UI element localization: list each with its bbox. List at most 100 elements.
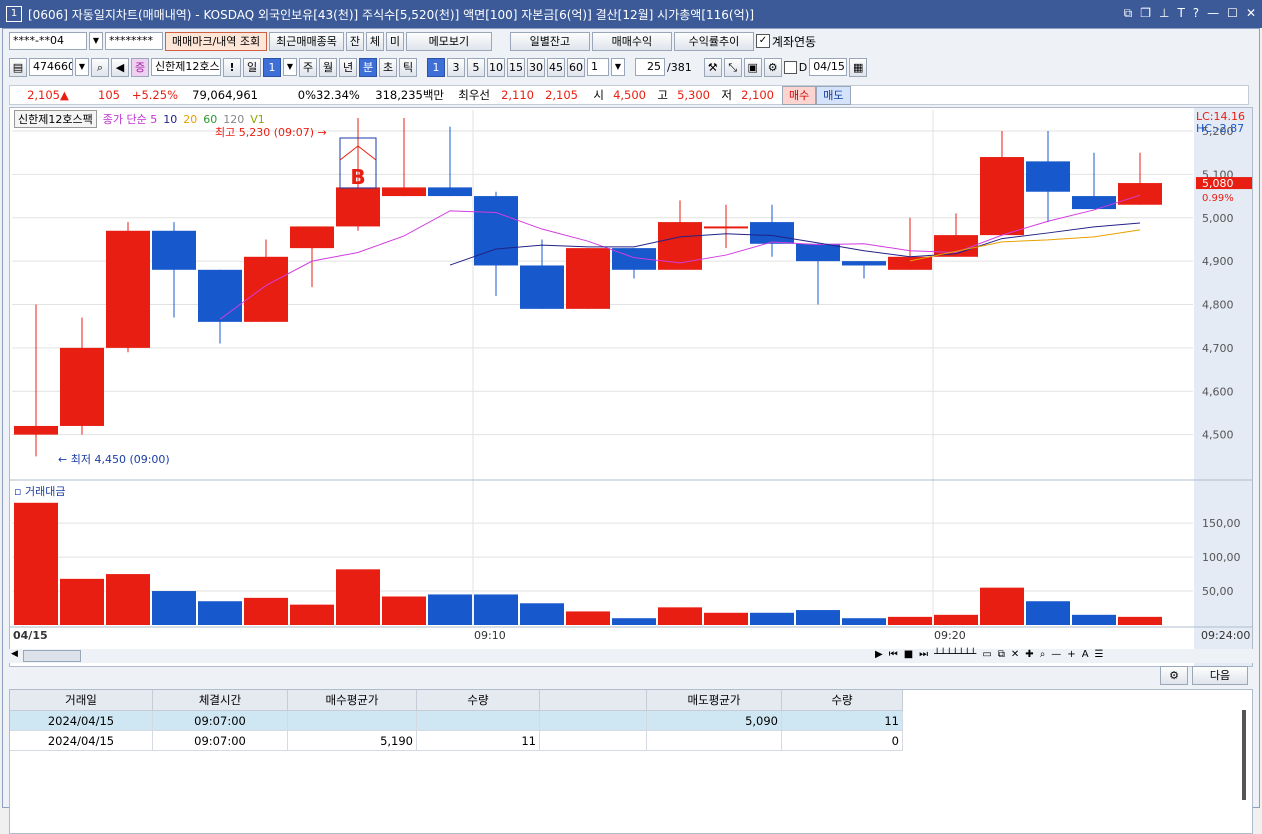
minute-1[interactable]: 1	[427, 57, 445, 77]
period-week[interactable]: 주	[299, 57, 317, 77]
plus-icon[interactable]: +	[1067, 649, 1075, 660]
trade-panel: ⚙ 다음 거래일 체결시간 매수평균가 수량 매도평균가 수량 2024/04/…	[9, 666, 1253, 834]
table-row[interactable]: 2024/04/15 09:07:00 5,090 11	[10, 710, 903, 731]
stop-icon[interactable]: ■	[904, 649, 913, 660]
candle-body	[980, 157, 1024, 236]
minus-icon[interactable]: —	[1051, 649, 1061, 660]
scroll-left-icon[interactable]: ◀	[11, 649, 18, 659]
volume-title: ▫ 거래대금	[14, 485, 66, 498]
minute-3[interactable]: 3	[447, 57, 465, 77]
volume-bar	[106, 574, 150, 625]
minute-45[interactable]: 45	[547, 57, 565, 77]
layout-icon[interactable]: ▭	[982, 649, 991, 660]
calendar-icon[interactable]: ▦	[849, 57, 868, 77]
trade-amount: 318,235백만	[375, 88, 444, 102]
badge-icon: 증	[131, 57, 149, 77]
candle-body	[888, 256, 932, 270]
cell-blank	[539, 710, 647, 731]
cross-icon[interactable]: ✚	[1025, 649, 1033, 660]
memo-button[interactable]: 메모보기	[405, 31, 492, 51]
slider-icon[interactable]: ┴┴┴┴┴┴┴	[934, 649, 976, 660]
y-tick-label: 5,000	[1202, 212, 1234, 225]
gear-icon[interactable]: ⚙	[763, 57, 782, 77]
link-checkbox[interactable]: ✓	[755, 34, 770, 48]
multiplier-select[interactable]: 1	[587, 58, 609, 76]
minute-15[interactable]: 15	[507, 57, 525, 77]
y-tick-label: 4,500	[1202, 429, 1234, 442]
next-button[interactable]: 다음	[1192, 666, 1248, 685]
candle-body	[106, 230, 150, 348]
maximize-icon[interactable]: ☐	[1227, 6, 1238, 21]
stock-list-icon[interactable]: ▤	[9, 57, 27, 77]
stock-code-input[interactable]: 474660	[29, 58, 73, 76]
count-input[interactable]: 25	[635, 58, 665, 76]
chart-scrollbar[interactable]: ◀ ▶ ⏮ ■ ⏭ ┴┴┴┴┴┴┴ ▭ ⧉ ✕ ✚ ⌕ — + A ☰	[9, 649, 1253, 663]
scroll-thumb[interactable]	[23, 650, 81, 662]
settings-icon[interactable]: ⚙	[1160, 666, 1188, 685]
d-checkbox[interactable]	[783, 60, 797, 74]
pin-icon[interactable]: ⊥	[1159, 6, 1169, 21]
date-input[interactable]: 04/15	[809, 58, 848, 76]
candle-body	[1118, 183, 1162, 205]
chevron-down-icon[interactable]: ▼	[611, 58, 625, 76]
password-field[interactable]: ********	[105, 32, 163, 50]
filled-button[interactable]: 체	[365, 31, 384, 51]
play-icon[interactable]: ▶	[875, 649, 883, 660]
period-day-count[interactable]: 1	[263, 57, 281, 77]
minimize-icon[interactable]: —	[1207, 6, 1219, 21]
period-tick[interactable]: 틱	[399, 57, 417, 77]
chart-area[interactable]: 5,200 5,100 5,000 4,900 4,800 4,700 4,600 4,500…	[9, 107, 1253, 667]
candle-chart[interactable]: 5,2005,1005,0004,9004,8004,7004,6004,500…	[10, 108, 1252, 666]
menu-icon[interactable]: ☰	[1095, 649, 1104, 660]
low-label: 저	[721, 88, 732, 102]
magnify-icon[interactable]: ⌕	[1040, 649, 1046, 660]
period-day[interactable]: 일	[243, 57, 261, 77]
sell-button[interactable]: 매도	[816, 85, 851, 105]
period-month[interactable]: 월	[319, 57, 337, 77]
save-icon[interactable]: ▣	[743, 57, 762, 77]
minute-30[interactable]: 30	[527, 57, 545, 77]
help-icon[interactable]: ?	[1193, 6, 1199, 21]
minute-10[interactable]: 10	[487, 57, 505, 77]
recent-trades-button[interactable]: 최근매매종목	[269, 31, 344, 51]
open-label: 시	[593, 88, 604, 102]
draw-icon[interactable]: ✕	[1011, 649, 1019, 660]
mark-query-button[interactable]: 매매마크/내역 조회	[165, 31, 268, 51]
link-icon[interactable]: ⧉	[1124, 6, 1133, 21]
candle-body	[428, 187, 472, 197]
trade-profit-button[interactable]: 매매수익	[591, 31, 672, 51]
chevron-down-icon[interactable]: ▼	[283, 58, 297, 76]
profit-rate-button[interactable]: 수익률추이	[673, 31, 754, 51]
account-select[interactable]: ****-**04	[9, 32, 87, 50]
tool-icon[interactable]: ⚒	[703, 57, 722, 77]
daily-balance-button[interactable]: 일별잔고	[509, 31, 590, 51]
volume-bar	[888, 616, 932, 625]
text-icon[interactable]: A	[1082, 649, 1089, 660]
forward-icon[interactable]: ⏭	[919, 649, 928, 660]
search-icon[interactable]: ⌕	[91, 57, 109, 77]
period-minute[interactable]: 분	[359, 57, 377, 77]
table-row[interactable]: 2024/04/15 09:07:00 5,190 11 0	[10, 730, 903, 751]
buy-button[interactable]: 매수	[782, 85, 817, 105]
zoom-icon[interactable]: ⤡	[723, 57, 742, 77]
font-icon[interactable]: T	[1177, 6, 1184, 21]
speaker-icon[interactable]: ◀	[111, 57, 129, 77]
rewind-icon[interactable]: ⏮	[889, 649, 898, 660]
volume-bar	[290, 604, 334, 625]
chevron-down-icon[interactable]: ▼	[89, 32, 103, 50]
table-scrollbar[interactable]	[1242, 710, 1246, 800]
close-icon[interactable]: ✕	[1246, 6, 1256, 21]
chevron-down-icon[interactable]: ▼	[75, 58, 89, 76]
vol-tick-label: 50,00	[1202, 585, 1234, 598]
volume-bar	[14, 502, 58, 625]
minute-5[interactable]: 5	[467, 57, 485, 77]
unfilled-button[interactable]: 미	[385, 31, 404, 51]
balance-button[interactable]: 잔	[345, 31, 364, 51]
minute-60[interactable]: 60	[567, 57, 585, 77]
period-second[interactable]: 초	[379, 57, 397, 77]
alert-icon[interactable]: !	[223, 57, 241, 77]
period-year[interactable]: 년	[339, 57, 357, 77]
windows-icon[interactable]: ⧉	[998, 649, 1005, 660]
restore-icon[interactable]: ❐	[1140, 6, 1151, 21]
x-tick-label: 09:10	[474, 629, 506, 642]
